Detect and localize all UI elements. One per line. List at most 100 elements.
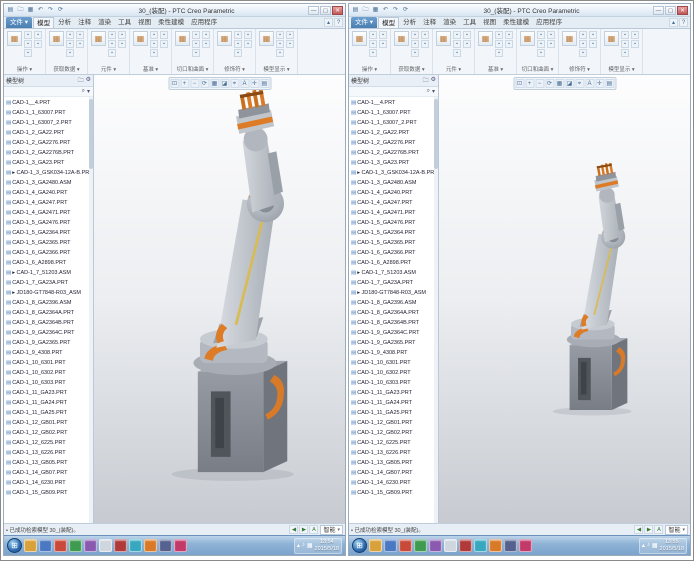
titlebar[interactable]: ▤🗀▦↶↷⟳ 30_(装配) - PTC Creo Parametric — ▢… [4, 4, 345, 17]
ribbon-tool-icon[interactable]: ▪ [463, 40, 471, 48]
quick-access-icon[interactable]: ▤ [351, 6, 360, 15]
ribbon-tool-icon[interactable]: ▪ [411, 49, 419, 57]
ribbon-tab[interactable]: 应用程序 [533, 17, 565, 28]
model-tree-item[interactable]: ▤ CAD-1_8_GA2364A.PRT [351, 308, 438, 318]
taskbar-app-icon[interactable] [489, 539, 502, 552]
quick-access-icon[interactable]: ↷ [391, 6, 400, 15]
ribbon-tool-icon[interactable]: ▦ [478, 31, 493, 46]
ribbon-tab[interactable]: 模型 [33, 17, 54, 28]
graphics-tool-icon[interactable]: + [525, 79, 534, 88]
graphics-tool-icon[interactable]: ⊡ [170, 79, 179, 88]
ribbon-tool-icon[interactable]: ▪ [108, 40, 116, 48]
model-tree-item[interactable]: ▤ CAD-1_10_6303.PRT [351, 378, 438, 388]
ribbon-tool-icon[interactable]: ▪ [621, 49, 629, 57]
close-button[interactable]: ✕ [677, 6, 688, 15]
model-tree-filter-icon[interactable]: ⌕ [427, 88, 430, 95]
ribbon-tab[interactable]: 分析 [55, 17, 74, 28]
ribbon-group-label[interactable]: 修饰符 ▾ [217, 64, 252, 74]
selection-filter-dropdown[interactable]: 智能 ▾ [320, 525, 343, 535]
graphics-tool-icon[interactable]: A [240, 79, 249, 88]
taskbar-app-icon[interactable] [369, 539, 382, 552]
taskbar-app-icon[interactable] [84, 539, 97, 552]
model-tree-item[interactable]: ▤ CAD-1_10_6301.PRT [6, 358, 93, 368]
model-tree-item[interactable]: ▤ CAD-1_1_63007_2.PRT [6, 118, 93, 128]
robot-arm-model[interactable] [509, 163, 664, 417]
robot-arm-model[interactable] [104, 90, 344, 483]
model-tree-item[interactable]: ▤ CAD-1_2_GA2276.PRT [6, 138, 93, 148]
model-tree-item[interactable]: ▤ CAD-1_10_6302.PRT [351, 368, 438, 378]
model-tree-item[interactable]: ▤ CAD-1_9_4308.PRT [6, 348, 93, 358]
graphics-tool-icon[interactable]: ⌖ [575, 79, 584, 88]
model-tree-item[interactable]: ▤ CAD-1_5_GA2365.PRT [6, 238, 93, 248]
ribbon-tool-icon[interactable]: ▪ [276, 40, 284, 48]
taskbar-app-icon[interactable] [384, 539, 397, 552]
ribbon-tool-icon[interactable]: ▪ [118, 40, 126, 48]
ribbon-group-label[interactable]: 操作 ▾ [352, 64, 387, 74]
model-tree-item[interactable]: ▤ ▸ JD180-GT7848-R03_ASM [6, 288, 93, 298]
taskbar-app-icon[interactable] [39, 539, 52, 552]
ribbon-tool-icon[interactable]: ▪ [66, 40, 74, 48]
model-tree-item[interactable]: ▤ CAD-1_2_GA22.PRT [351, 128, 438, 138]
ribbon-group-label[interactable]: 切口和曲面 ▾ [175, 64, 210, 74]
ribbon-group-label[interactable]: 获取数据 ▾ [394, 64, 429, 74]
quick-access-icon[interactable]: ▦ [26, 6, 35, 15]
graphics-tool-icon[interactable]: ⌖ [230, 79, 239, 88]
graphics-viewport[interactable]: ⊡+−⟳▦◪⌖A✛▤ [439, 75, 690, 523]
ribbon-tool-icon[interactable]: ▦ [436, 31, 451, 46]
ribbon-group-label[interactable]: 修饰符 ▾ [562, 64, 597, 74]
ribbon-group-label[interactable]: 模型显示 ▾ [604, 64, 639, 74]
model-tree-item[interactable]: ▤ CAD-1_5_GA2364.PRT [6, 228, 93, 238]
model-tree-header-icon[interactable]: ⚙ [86, 76, 91, 86]
ribbon-tool-icon[interactable]: ▪ [276, 31, 284, 39]
ribbon-tool-icon[interactable]: ▪ [463, 31, 471, 39]
ribbon-tool-icon[interactable]: ▪ [579, 49, 587, 57]
model-tree-item[interactable]: ▤ CAD-1_11_GA23.PRT [6, 388, 93, 398]
taskbar-app-icon[interactable] [159, 539, 172, 552]
ribbon-tool-icon[interactable]: ▪ [411, 31, 419, 39]
tray-icon[interactable]: ▦ [307, 542, 313, 549]
model-tree-item[interactable]: ▤ CAD-1_1_63007.PRT [351, 108, 438, 118]
graphics-tool-icon[interactable]: ◪ [220, 79, 229, 88]
ribbon-tab[interactable]: 视图 [135, 17, 154, 28]
tree-scrollbar-thumb[interactable] [434, 99, 438, 169]
ribbon-tool-icon[interactable]: ▪ [453, 49, 461, 57]
taskbar-app-icon[interactable] [114, 539, 127, 552]
model-tree-header-icon[interactable]: 🗀 [423, 76, 429, 86]
graphics-tool-icon[interactable]: ✛ [595, 79, 604, 88]
ribbon-tool-icon[interactable]: ▪ [631, 31, 639, 39]
ribbon-tool-icon[interactable]: ▪ [495, 49, 503, 57]
taskbar-app-icon[interactable] [414, 539, 427, 552]
ribbon-tool-icon[interactable]: ▪ [537, 31, 545, 39]
model-tree-item[interactable]: ▤ CAD-1_2_GA2276B.PRT [6, 148, 93, 158]
model-tree-item[interactable]: ▤ CAD-1_14_6230.PRT [351, 478, 438, 488]
ribbon-tool-icon[interactable]: ▪ [286, 31, 294, 39]
ribbon-tool-icon[interactable]: ▪ [108, 49, 116, 57]
ribbon-group-label[interactable]: 模型显示 ▾ [259, 64, 294, 74]
model-tree-item[interactable]: ▤ CAD-1_6_GA2366.PRT [351, 248, 438, 258]
ribbon-utility-icon[interactable]: ? [334, 18, 343, 27]
tree-scrollbar[interactable] [434, 97, 438, 523]
ribbon-tab[interactable]: 渲染 [95, 17, 114, 28]
model-tree-item[interactable]: ▤ CAD-1_9_GA2365.PRT [351, 338, 438, 348]
graphics-tool-icon[interactable]: ▤ [260, 79, 269, 88]
model-tree-item[interactable]: ▤ CAD-1_13_GB05.PRT [351, 458, 438, 468]
model-tree-item[interactable]: ▤ CAD-1_3_GA23.PRT [6, 158, 93, 168]
ribbon-group-label[interactable]: 操作 ▾ [7, 64, 42, 74]
taskbar-app-icon[interactable] [399, 539, 412, 552]
model-tree-item[interactable]: ▤ CAD-1_12_GB02.PRT [351, 428, 438, 438]
model-tree-item[interactable]: ▤ CAD-1_6_A2898.PRT [351, 258, 438, 268]
model-tree-item[interactable]: ▤ CAD-1_5_GA2365.PRT [351, 238, 438, 248]
ribbon-tool-icon[interactable]: ▪ [192, 31, 200, 39]
ribbon-tab[interactable]: 模型 [378, 17, 399, 28]
model-tree-item[interactable]: ▤ CAD-1_9_4308.PRT [351, 348, 438, 358]
ribbon-tool-icon[interactable]: ▪ [244, 31, 252, 39]
model-tree-item[interactable]: ▤ CAD-1_12_GB02.PRT [6, 428, 93, 438]
graphics-tool-icon[interactable]: + [180, 79, 189, 88]
taskbar-app-icon[interactable] [24, 539, 37, 552]
ribbon-group-label[interactable]: 元件 ▾ [436, 64, 471, 74]
ribbon-tool-icon[interactable]: ▪ [150, 40, 158, 48]
ribbon-tab[interactable]: 渲染 [440, 17, 459, 28]
model-tree-item[interactable]: ▤ CAD-1_11_GA23.PRT [351, 388, 438, 398]
model-tree-item[interactable]: ▤ CAD-1_9_GA2364C.PRT [351, 328, 438, 338]
quick-access-icon[interactable]: ↷ [46, 6, 55, 15]
